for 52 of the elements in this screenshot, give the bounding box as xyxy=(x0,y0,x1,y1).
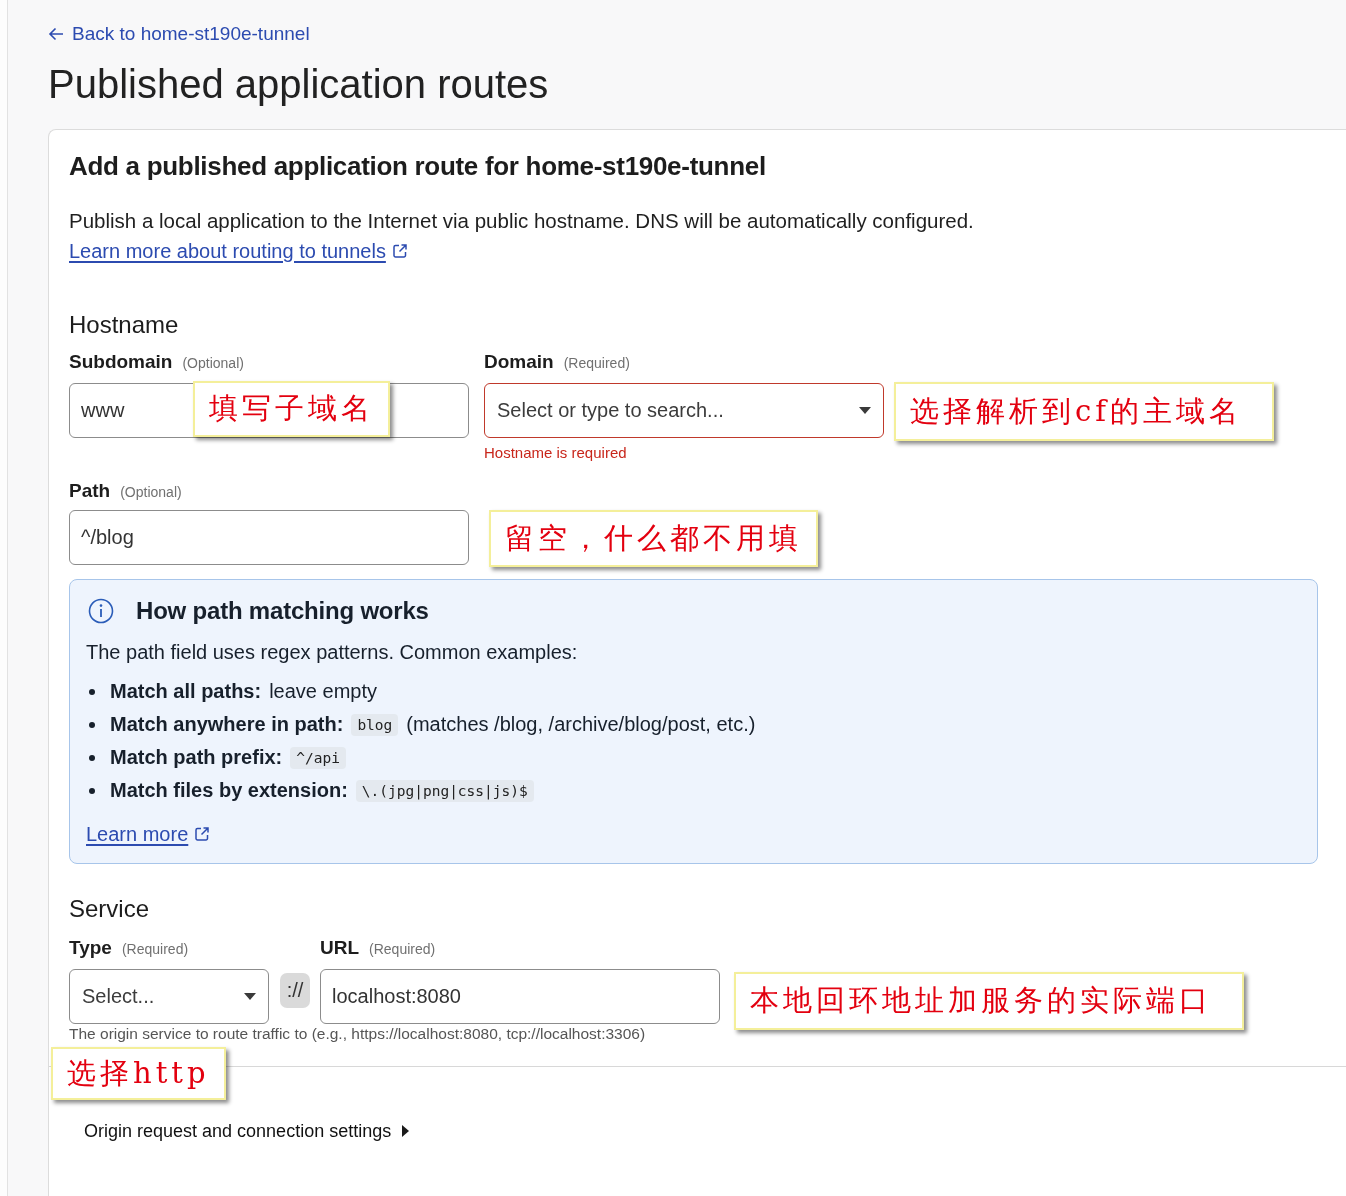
routing-docs-link[interactable]: Learn more about routing to tunnels xyxy=(69,240,408,262)
annotation-note: 选择解析到cf的主域名 xyxy=(894,382,1274,441)
scheme-separator: :// xyxy=(280,973,310,1008)
field-label: URL xyxy=(320,936,360,960)
domain-select[interactable]: Select or type to search... xyxy=(484,383,884,438)
external-link-icon xyxy=(391,243,408,259)
caret-down-icon xyxy=(859,407,871,414)
annotation-note: 选择http xyxy=(51,1047,226,1100)
back-link[interactable]: Back to home-st190e-tunnel xyxy=(48,20,310,48)
bullet-icon xyxy=(89,721,95,728)
page-title: Published application routes xyxy=(48,61,550,108)
example-text: (matches /blog, /archive/blog/post, etc.) xyxy=(406,713,756,736)
field-label: Type xyxy=(69,936,112,960)
annotation-note: 填写子域名 xyxy=(193,381,390,437)
example-term: Match anywhere in path: xyxy=(110,713,344,736)
bullet-icon xyxy=(89,754,95,761)
field-label: Subdomain xyxy=(69,350,173,374)
field-hint: (Required) xyxy=(369,940,436,959)
example-term: Match path prefix: xyxy=(110,746,283,769)
example-term: Match files by extension: xyxy=(110,779,348,802)
code-snippet: ^/api xyxy=(290,746,346,769)
info-icon xyxy=(88,598,114,624)
field-hint: (Required) xyxy=(121,940,189,959)
learn-more-link[interactable]: Learn more xyxy=(86,823,211,845)
annotation-note: 留空，什么都不用填 xyxy=(489,510,818,567)
path-input[interactable]: ^/blog xyxy=(69,510,469,565)
field-hint: (Optional) xyxy=(120,483,182,502)
field-hint: (Required) xyxy=(563,354,630,373)
external-link-icon xyxy=(194,826,211,842)
description-text: Publish a local application to the Internet via public hostname. DNS will be automatically configured. xyxy=(69,208,975,234)
bullet-icon xyxy=(89,787,95,794)
bullet-icon xyxy=(89,688,95,695)
card-heading: Add a published application route for home-st190e-tunnel xyxy=(69,150,767,182)
url-input[interactable]: localhost:8080 xyxy=(320,969,720,1024)
arrow-left-icon xyxy=(48,27,64,41)
field-label: Domain xyxy=(484,350,554,374)
code-snippet: \.(jpg|png|css|js)$ xyxy=(355,779,534,802)
info-text: The path field uses regex patterns. Common examples: xyxy=(86,640,579,665)
field-hint: (Optional) xyxy=(182,354,244,373)
field-label: Path xyxy=(69,479,111,503)
section-heading: Service xyxy=(69,894,151,924)
info-title: How path matching works xyxy=(136,596,429,626)
error-message: Hostname is required xyxy=(484,443,628,463)
help-text: The origin service to route traffic to (e.g., https://localhost:8080, tcp://localhost:3306) xyxy=(69,1024,647,1044)
settings-toggle[interactable]: Origin request and connection settings xyxy=(84,1119,413,1143)
section-heading: Hostname xyxy=(69,310,180,340)
example-term: Match all paths: xyxy=(110,680,262,703)
annotation-note: 本地回环地址加服务的实际端口 xyxy=(734,972,1244,1030)
code-snippet: blog xyxy=(351,713,399,736)
example-text: leave empty xyxy=(269,680,377,703)
type-select[interactable]: Select... xyxy=(69,969,269,1024)
caret-down-icon xyxy=(244,993,256,1000)
